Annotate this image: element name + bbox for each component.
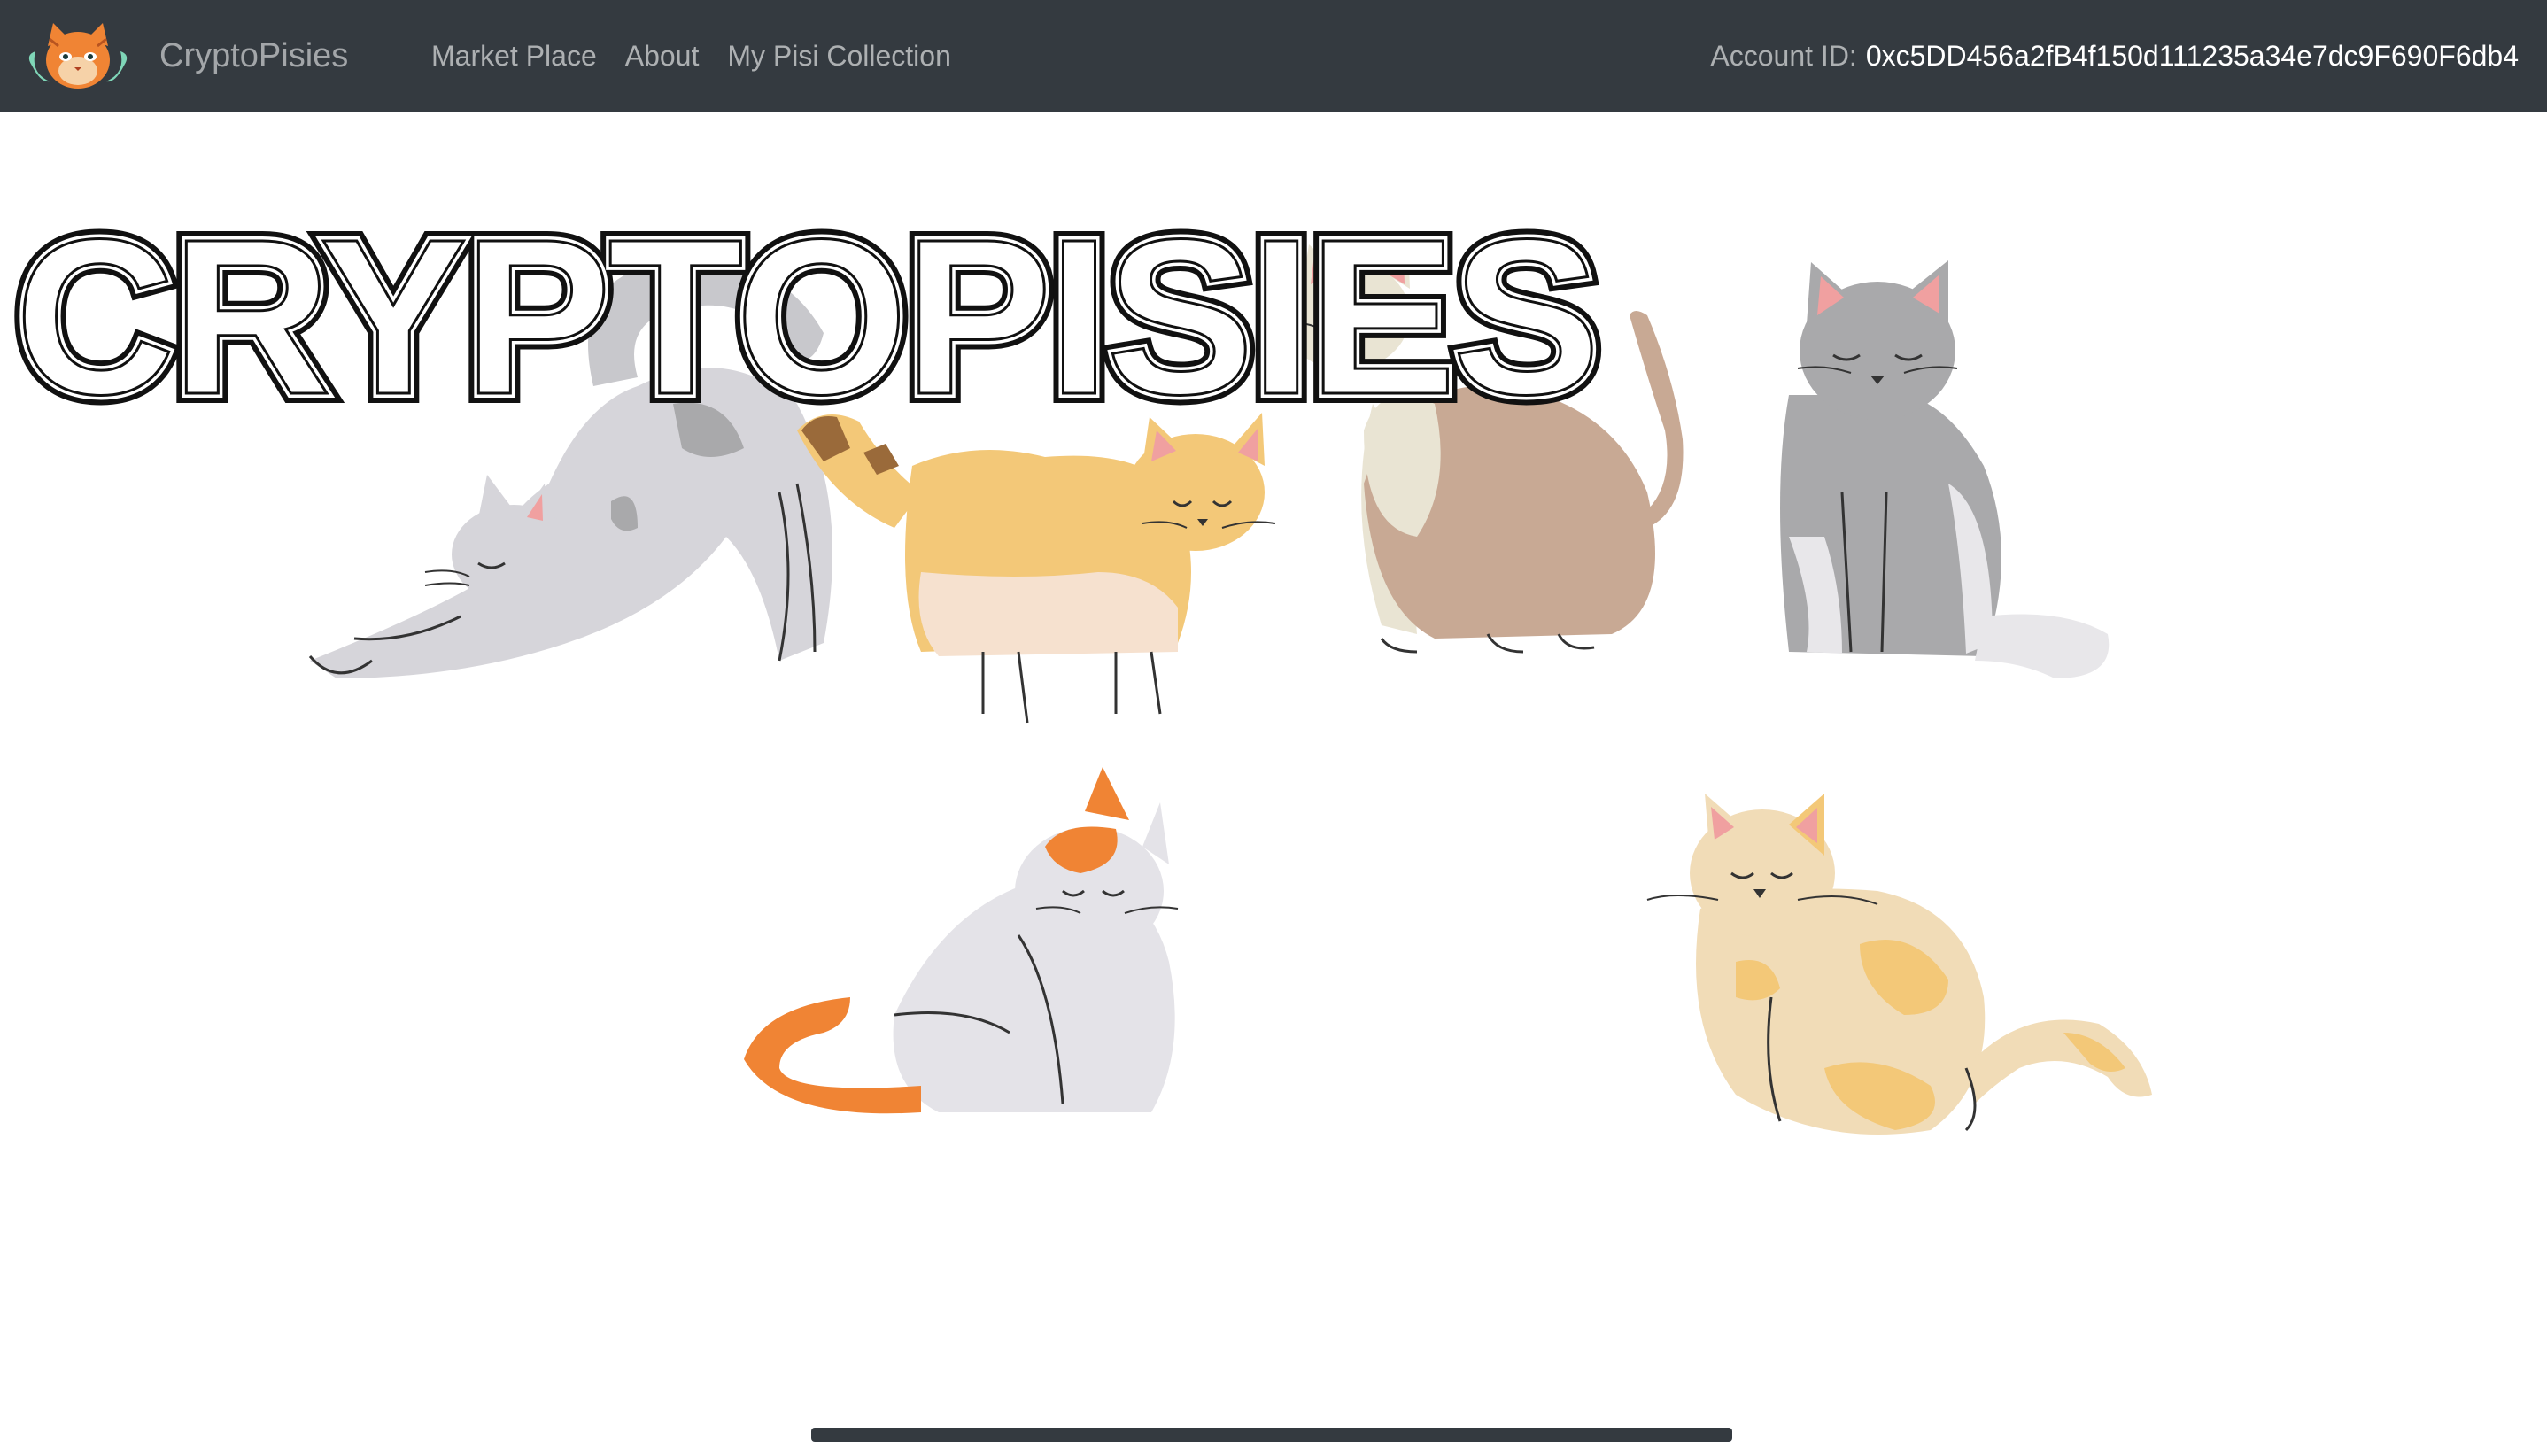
nav-link-my-pisi-collection[interactable]: My Pisi Collection (727, 40, 951, 73)
brand-name[interactable]: CryptoPisies (159, 0, 348, 112)
account-label: Account ID: (1710, 39, 1857, 72)
cream-cat-icon (1646, 794, 2152, 1135)
top-navbar: CryptoPisies Market Place About My Pisi … (0, 0, 2547, 112)
nav-link-market-place[interactable]: Market Place (431, 40, 597, 73)
nav-link-about[interactable]: About (625, 40, 700, 73)
grey-cat-icon (1780, 260, 2110, 678)
account-id: 0xc5DD456a2fB4f150d111235a34e7dc9F690F6d… (1865, 39, 2519, 72)
hero-banner: CRYPTOPISIES CRYPTOPISIES CRYPTOPISIES (0, 112, 2547, 1456)
white-cat-icon (744, 767, 1179, 1114)
title-art-line: CRYPTOPISIES (15, 193, 1597, 430)
orange-cat-icon (797, 413, 1276, 724)
nav-links: Market Place About My Pisi Collection (431, 0, 951, 112)
horizontal-scrollbar[interactable] (811, 1428, 1732, 1442)
cryptopisies-title-art: CRYPTOPISIES CRYPTOPISIES CRYPTOPISIES (5, 183, 1610, 430)
cat-logo-icon[interactable] (23, 19, 133, 96)
account-info: Account ID: 0xc5DD456a2fB4f150d111235a34… (1710, 0, 2519, 112)
